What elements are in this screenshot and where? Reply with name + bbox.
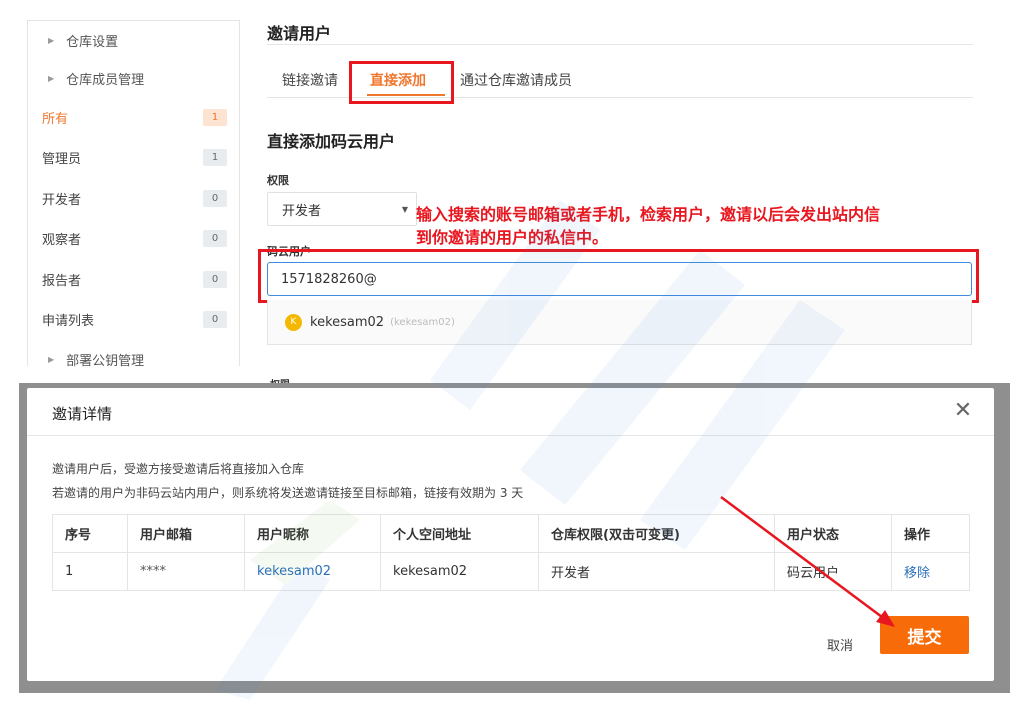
- table-row: 1 **** kekesam02 kekesam02 开发者 码云用户 移除: [52, 552, 970, 591]
- cell-index: 1: [52, 552, 128, 591]
- count-badge: 1: [203, 108, 227, 126]
- section-title: 直接添加码云用户: [267, 132, 396, 151]
- invite-details-screenshot: 邀请详情 ✕ 邀请用户后，受邀方接受邀请后将直接加入仓库 若邀请的用户为非码云站…: [19, 383, 1010, 693]
- cancel-button[interactable]: 取消: [827, 635, 853, 654]
- sidebar-item-label: 所有: [42, 111, 69, 127]
- permission-label: 权限: [267, 174, 289, 187]
- sidebar-item-developers[interactable]: 开发者 0: [28, 178, 239, 219]
- sidebar-item-all[interactable]: 所有 1: [28, 97, 239, 138]
- close-icon[interactable]: ✕: [950, 398, 976, 424]
- dialog-title: 邀请详情: [52, 405, 113, 423]
- count-badge: 1: [203, 149, 227, 167]
- caret-right-icon: ▶: [48, 354, 55, 364]
- tab-invite-via-repo[interactable]: 通过仓库邀请成员: [460, 70, 572, 90]
- suggestion-username: (kekesam02): [390, 316, 455, 328]
- cell-email: ****: [127, 552, 245, 591]
- annotation-line: 输入搜索的账号邮箱或者手机，检索用户，邀请以后会发出站内信: [416, 205, 881, 224]
- submit-button[interactable]: 提交: [880, 616, 969, 654]
- invite-table: 序号 用户邮箱 用户昵称 个人空间地址 仓库权限(双击可变更) 用户状态 操作 …: [52, 514, 970, 591]
- column-header: 序号: [52, 514, 128, 553]
- sidebar-item-label: 管理员: [42, 152, 82, 168]
- invite-page-screenshot: ▶ 仓库设置 ▶ 仓库成员管理 所有 1 管理员 1 开发者 0 观察者 0 报…: [0, 0, 1021, 383]
- column-header: 操作: [891, 514, 970, 553]
- cell-space-address: kekesam02: [380, 552, 539, 591]
- user-suggestion-item[interactable]: K kekesam02 (kekesam02): [267, 300, 972, 345]
- suggestion-name: kekesam02: [310, 314, 385, 330]
- dialog-header: 邀请详情 ✕: [27, 388, 994, 436]
- caret-right-icon: ▶: [48, 35, 55, 45]
- tab-link-invite[interactable]: 链接邀请: [282, 70, 338, 90]
- remove-link[interactable]: 移除: [891, 552, 970, 591]
- sidebar-group-deploy-keys[interactable]: ▶ 部署公钥管理: [28, 340, 239, 378]
- column-header: 用户邮箱: [127, 514, 245, 553]
- annotation-line: 到你邀请的用户的私信中。: [416, 228, 609, 247]
- sidebar-item-label: 申请列表: [42, 314, 95, 330]
- invite-details-dialog: 邀请详情 ✕ 邀请用户后，受邀方接受邀请后将直接加入仓库 若邀请的用户为非码云站…: [27, 388, 994, 681]
- avatar: K: [285, 313, 302, 331]
- highlight-box-input: [258, 249, 979, 303]
- sidebar-item-label: 报告者: [42, 273, 82, 289]
- dialog-note: 若邀请的用户为非码云站内用户，则系统将发送邀请链接至目标邮箱，链接有效期为 3 …: [52, 486, 524, 500]
- column-header: 个人空间地址: [380, 514, 539, 553]
- sidebar-group-label: 仓库设置: [66, 34, 119, 50]
- cell-permission[interactable]: 开发者: [538, 552, 775, 591]
- cell-nickname-link[interactable]: kekesam02: [244, 552, 381, 591]
- sidebar-item-label: 观察者: [42, 233, 82, 249]
- count-badge: 0: [203, 270, 227, 288]
- caret-down-icon: ▼: [401, 204, 408, 214]
- column-header: 仓库权限(双击可变更): [538, 514, 775, 553]
- count-badge: 0: [203, 311, 227, 329]
- cell-status: 码云用户: [774, 552, 892, 591]
- sidebar-item-label: 开发者: [42, 192, 82, 208]
- dialog-note: 邀请用户后，受邀方接受邀请后将直接加入仓库: [52, 462, 305, 476]
- settings-sidebar: ▶ 仓库设置 ▶ 仓库成员管理 所有 1 管理员 1 开发者 0 观察者 0 报…: [27, 20, 240, 369]
- column-header: 用户状态: [774, 514, 892, 553]
- sidebar-group-repo-settings[interactable]: ▶ 仓库设置: [28, 21, 239, 59]
- permission-select[interactable]: 开发者 ▼: [267, 192, 417, 226]
- caret-right-icon: ▶: [48, 73, 55, 83]
- count-badge: 0: [203, 230, 227, 248]
- permission-selected-value: 开发者: [282, 203, 322, 219]
- divider: [267, 44, 973, 45]
- sidebar-item-admins[interactable]: 管理员 1: [28, 138, 239, 179]
- column-header: 用户昵称: [244, 514, 381, 553]
- sidebar-group-label: 仓库成员管理: [66, 72, 145, 88]
- highlight-box-tab: [349, 61, 454, 104]
- sidebar-item-requests[interactable]: 申请列表 0: [28, 300, 239, 341]
- page-title: 邀请用户: [267, 24, 332, 43]
- count-badge: 0: [203, 189, 227, 207]
- sidebar-group-member-management[interactable]: ▶ 仓库成员管理: [28, 59, 239, 97]
- sidebar-item-reporters[interactable]: 报告者 0: [28, 259, 239, 300]
- table-header-row: 序号 用户邮箱 用户昵称 个人空间地址 仓库权限(双击可变更) 用户状态 操作: [52, 514, 970, 553]
- annotation-text: 输入搜索的账号邮箱或者手机，检索用户，邀请以后会发出站内信 到你邀请的用户的私信…: [416, 203, 986, 249]
- sidebar-item-observers[interactable]: 观察者 0: [28, 219, 239, 260]
- permission-label-cut: 权限: [270, 376, 290, 383]
- sidebar-group-label: 部署公钥管理: [66, 353, 145, 369]
